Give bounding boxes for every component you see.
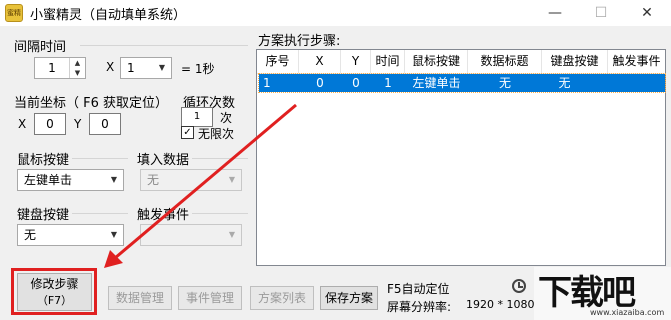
clock-icon xyxy=(512,279,526,293)
watermark-logo: 下载吧 www.xiazaiba.com xyxy=(534,267,671,320)
event-manage-button[interactable]: 事件管理 xyxy=(178,286,242,310)
watermark-url: www.xiazaiba.com xyxy=(590,308,665,317)
modify-step-shortcut: （F7） xyxy=(36,294,73,307)
resolution-label: 屏幕分辨率: xyxy=(387,300,452,314)
plan-list-button[interactable]: 方案列表 xyxy=(250,286,314,310)
data-manage-button[interactable]: 数据管理 xyxy=(108,286,172,310)
modify-step-button[interactable]: 修改步骤 （F7） xyxy=(17,273,92,311)
resolution-value: 1920 * 1080 xyxy=(466,298,535,311)
f5-auto-locate-label: F5自动定位 xyxy=(387,282,450,296)
save-plan-button[interactable]: 保存方案 xyxy=(320,286,378,310)
watermark-text: 下载吧 xyxy=(538,273,636,313)
modify-step-label: 修改步骤 xyxy=(30,277,79,291)
